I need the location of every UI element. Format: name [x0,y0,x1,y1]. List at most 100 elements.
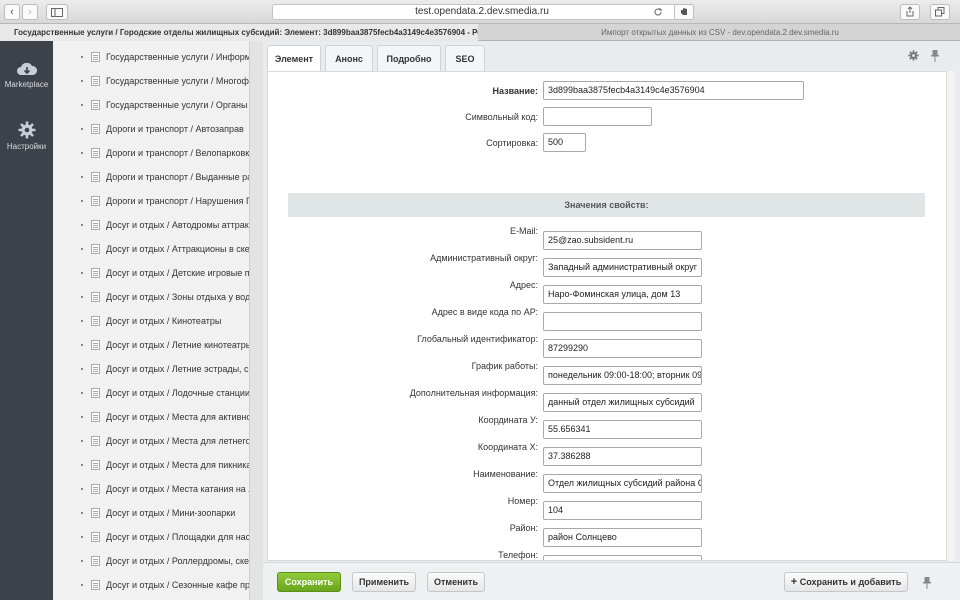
list-icon [91,172,100,182]
property-input[interactable]: 55.656341 [543,420,702,439]
name-input[interactable]: 3d899baa3875fecb4a3149c4e3576904 [543,81,804,100]
browser-tab-import[interactable]: Импорт открытых данных из CSV - dev.open… [480,24,960,41]
tree-item[interactable]: Досуг и отдых / Детские игровые п [53,261,249,285]
back-button[interactable]: ‹ [4,4,20,20]
tree-bullet [81,584,83,586]
tree-item[interactable]: Досуг и отдых / Мини-зоопарки [53,501,249,525]
property-input[interactable]: (495) 439-60-23 [543,555,702,560]
property-label: Наименование: [473,469,538,479]
tree-item-label: Досуг и отдых / Кинотеатры [106,316,222,326]
tab-seo[interactable]: SEO [445,45,485,71]
footer-pin-icon[interactable] [923,577,931,589]
tree-bullet [81,224,83,226]
cancel-button[interactable]: Отменить [427,572,485,592]
gear-icon [18,121,35,139]
marketplace-item[interactable]: Marketplace [0,61,53,89]
evernote-button[interactable] [674,4,694,20]
list-icon [91,532,100,542]
list-icon [91,436,100,446]
list-icon [91,292,100,302]
tree-item[interactable]: Досуг и отдых / Места для активно [53,405,249,429]
settings-gear-icon[interactable] [908,50,919,61]
list-icon [91,124,100,134]
property-label: Административный округ: [430,253,538,263]
tree-item[interactable]: Государственные услуги / Органы [53,93,249,117]
tree-bullet [81,392,83,394]
address-bar[interactable]: test.opendata.2.dev.smedia.ru [272,4,692,20]
tab-announce[interactable]: Анонс [325,45,373,71]
property-input[interactable]: понедельник 09:00-18:00; вторник 09:00-1… [543,366,702,385]
tree-bullet [81,80,83,82]
property-input[interactable]: 104 [543,501,702,520]
share-button[interactable] [900,4,920,20]
reload-icon[interactable] [653,7,663,17]
list-icon [91,580,100,590]
panel-splitter[interactable] [249,41,263,600]
tree-item[interactable]: Досуг и отдых / Места для пикника [53,453,249,477]
tree-bullet [81,56,83,58]
cloud-download-icon [16,62,37,75]
tree-item[interactable]: Дороги и транспорт / Автозаправ [53,117,249,141]
tree-item[interactable]: Досуг и отдых / Сезонные кафе пр [53,573,249,597]
tree-bullet [81,320,83,322]
settings-item[interactable]: Настройки [0,121,53,151]
property-input[interactable]: район Солнцево [543,528,702,547]
tree-bullet [81,152,83,154]
apply-button[interactable]: Применить [352,572,416,592]
tree-bullet [81,128,83,130]
tree-item[interactable]: Досуг и отдых / Места катания на л [53,477,249,501]
property-label: Номер: [507,496,538,506]
tree-item[interactable]: Досуг и отдых / Зоны отдыха у вод [53,285,249,309]
form-scrollbar[interactable] [947,71,955,561]
tree-item[interactable]: Досуг и отдых / Кинотеатры [53,309,249,333]
property-input[interactable]: данный отдел жилищных субсидий [543,393,702,412]
url-text: test.opendata.2.dev.smedia.ru [415,6,549,17]
property-input[interactable] [543,312,702,331]
tree-item[interactable]: Дороги и транспорт / Нарушения Г [53,189,249,213]
forward-button[interactable]: › [22,4,38,20]
property-input[interactable]: 25@zao.subsident.ru [543,231,702,250]
tree-item[interactable]: Досуг и отдых / Летние эстрады, с [53,357,249,381]
tree-item[interactable]: Дороги и транспорт / Выданные ра [53,165,249,189]
tree-item[interactable]: Досуг и отдых / Летние кинотеатры [53,333,249,357]
save-and-add-button[interactable]: + Сохранить и добавить [784,572,908,592]
tree-item-label: Досуг и отдых / Роллердромы, ске [106,556,249,566]
code-input[interactable] [543,107,652,126]
property-input[interactable]: 87299290 [543,339,702,358]
list-icon [91,268,100,278]
tree-item[interactable]: Досуг и отдых / Роллердромы, ске [53,549,249,573]
property-label: Адрес в виде кода по АР: [431,307,538,317]
browser-tab-bar: Государственные услуги / Городские отдел… [0,24,960,41]
sort-input[interactable]: 500 [543,133,586,152]
property-input[interactable]: Отдел жилищных субсидий района Солнцево [543,474,702,493]
tree-item[interactable]: Досуг и отдых / Лодочные станции [53,381,249,405]
list-icon [91,484,100,494]
tree-item-label: Дороги и транспорт / Нарушения Г [106,196,249,206]
property-label: Район: [509,523,538,533]
property-input[interactable]: Западный административный округ [543,258,702,277]
tree-item-label: Досуг и отдых / Лодочные станции [106,388,249,398]
tree-item[interactable]: Государственные услуги / Многоф [53,69,249,93]
tree-item[interactable]: Досуг и отдых / Автодромы аттрак [53,213,249,237]
pin-icon[interactable] [931,50,939,62]
tabs-overview-button[interactable] [930,4,950,20]
tree-bullet [81,272,83,274]
tree-item[interactable]: Досуг и отдых / Площадки для нас [53,525,249,549]
tree-item[interactable]: Дороги и транспорт / Велопарковк [53,141,249,165]
tree-item-label: Досуг и отдых / Места для активно [106,412,249,422]
browser-tab-element[interactable]: Государственные услуги / Городские отдел… [0,24,478,41]
tree-item[interactable]: Досуг и отдых / Аттракционы в ске [53,237,249,261]
tree-item[interactable]: Государственные услуги / Информ [53,45,249,69]
property-input[interactable]: 37.386288 [543,447,702,466]
tab-element[interactable]: Элемент [267,45,321,72]
tab-detail[interactable]: Подробно [377,45,441,71]
property-input[interactable]: Наро-Фоминская улица, дом 13 [543,285,702,304]
tree-bullet [81,176,83,178]
save-button[interactable]: Сохранить [277,572,341,592]
save-and-add-label: Сохранить и добавить [799,577,902,587]
tree-item-label: Дороги и транспорт / Автозаправ [106,124,244,134]
element-form: Название: 3d899baa3875fecb4a3149c4e35769… [267,71,947,561]
tree-item[interactable]: Досуг и отдых / Места для летнего [53,429,249,453]
tree-bullet [81,512,83,514]
sidebar-toggle-button[interactable] [46,4,68,20]
